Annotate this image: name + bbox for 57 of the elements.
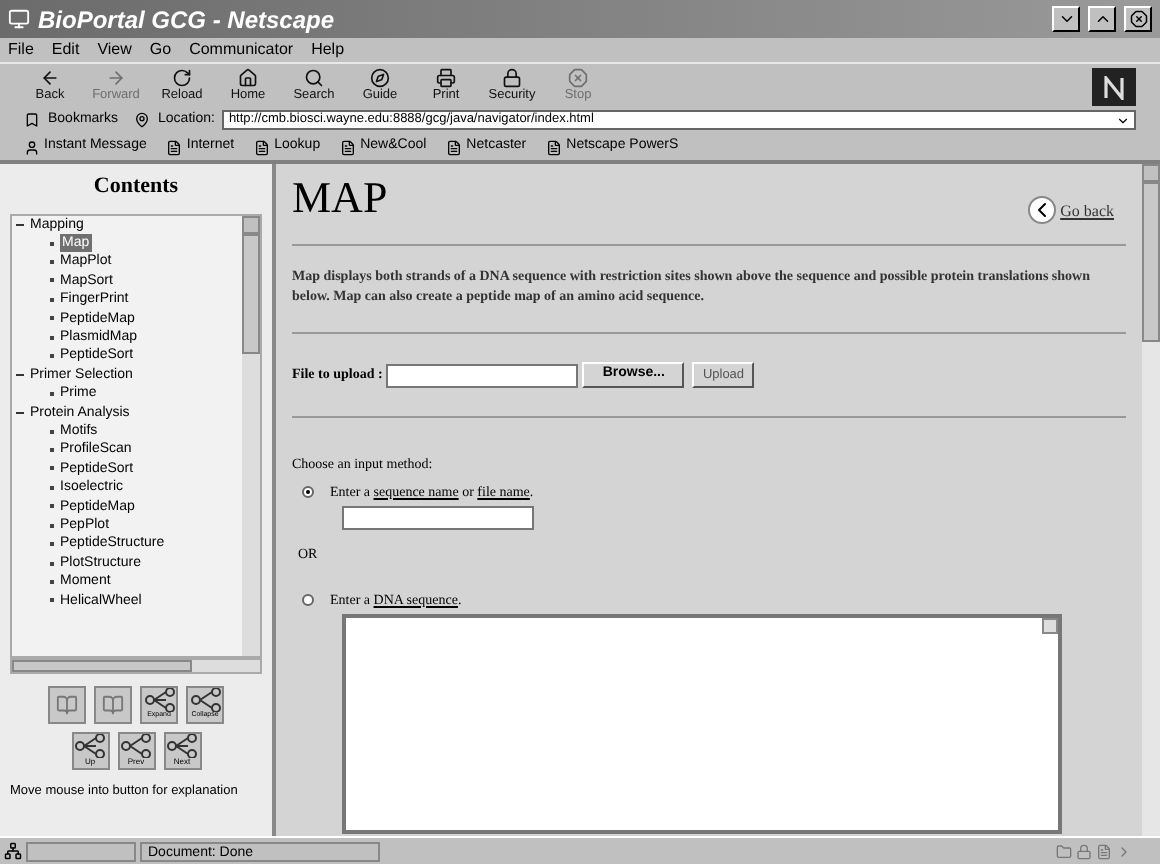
person-icon	[24, 139, 40, 155]
bookmark-icon	[24, 112, 40, 128]
maximize-icon	[1093, 10, 1111, 28]
book-button[interactable]	[94, 685, 132, 723]
radio-button[interactable]	[302, 593, 314, 606]
compass-icon	[370, 68, 390, 88]
dropdown-icon	[1116, 113, 1130, 127]
page-icon	[1096, 843, 1112, 859]
minimize-button[interactable]	[1052, 6, 1080, 32]
arrow-left-icon	[40, 68, 60, 88]
node-diagram-icon	[120, 734, 152, 758]
home-icon	[238, 68, 258, 88]
sequence-name-field[interactable]	[342, 506, 534, 530]
node-diagram-icon	[166, 734, 198, 758]
menu-item[interactable]: View	[97, 38, 132, 62]
close-icon	[1129, 10, 1147, 28]
book-icon	[56, 693, 78, 715]
menu-item[interactable]: Go	[149, 38, 172, 62]
netscape-logo-icon	[1092, 68, 1136, 106]
stop-icon	[568, 68, 588, 88]
maximize-button[interactable]	[1088, 6, 1116, 32]
padlock-icon	[1076, 843, 1092, 859]
location-pin-icon	[134, 112, 151, 128]
page-icon	[340, 139, 357, 155]
window-title: BioPortal GCG - Netscape	[38, 3, 337, 37]
page-icon	[166, 139, 183, 155]
close-button[interactable]	[1124, 6, 1152, 32]
printer-icon	[436, 68, 456, 88]
page-icon	[254, 139, 271, 155]
page-title: MAP	[292, 176, 388, 220]
vertical-scrollbar[interactable]	[242, 215, 260, 655]
book-icon	[102, 693, 124, 715]
page-icon	[446, 139, 463, 155]
node-diagram-icon	[189, 688, 221, 713]
search-icon	[304, 68, 324, 88]
minimize-icon	[1057, 10, 1075, 28]
page-icon	[546, 139, 563, 155]
book-button[interactable]	[48, 685, 86, 723]
radio-button[interactable]	[302, 485, 314, 498]
go-back-link[interactable]: Go back	[1060, 200, 1114, 224]
file-input-field[interactable]	[386, 363, 579, 387]
window-icon	[8, 8, 30, 30]
folder-icon	[1056, 843, 1072, 859]
node-diagram-icon	[143, 688, 175, 713]
menu-item[interactable]: Help	[311, 38, 345, 62]
menu-item[interactable]: Communicator	[189, 38, 294, 62]
arrow-right-icon	[106, 68, 126, 88]
menu-item[interactable]: File	[8, 38, 34, 62]
node-diagram-icon	[74, 734, 106, 758]
progress-field	[26, 841, 136, 861]
menu-item[interactable]: Edit	[51, 38, 80, 62]
reload-icon	[172, 68, 192, 88]
page-scrollbar[interactable]	[1142, 164, 1160, 836]
padlock-icon	[502, 68, 522, 88]
contents-title: Contents	[91, 172, 181, 202]
dna-sequence-textarea[interactable]	[342, 614, 1062, 834]
connection-icon	[4, 842, 22, 860]
